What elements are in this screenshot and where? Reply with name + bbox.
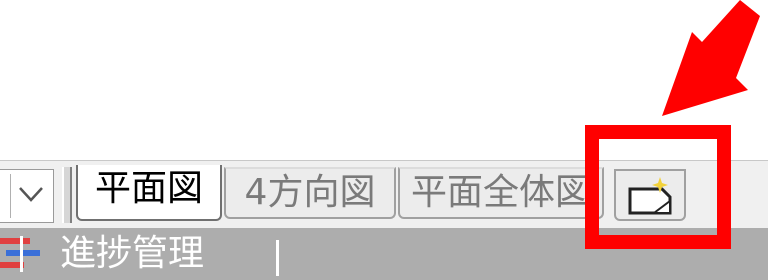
chevron-down-icon bbox=[19, 187, 43, 202]
tab-four-direction-view[interactable]: 4方向図 bbox=[224, 167, 396, 219]
dropdown-divider bbox=[10, 174, 11, 218]
tab-full-plan-view[interactable]: 平面全体図 bbox=[398, 167, 604, 219]
view-selector-dropdown[interactable] bbox=[0, 169, 54, 223]
red-arrow-icon bbox=[662, 0, 760, 116]
status-separator bbox=[276, 240, 279, 276]
red-highlight-rectangle bbox=[585, 125, 731, 249]
tab-plan-view[interactable]: 平面図 bbox=[76, 165, 222, 221]
progress-management-label[interactable]: 進捗管理 bbox=[60, 232, 204, 276]
tab-splitter-handle[interactable] bbox=[62, 167, 72, 223]
progress-management-icon[interactable] bbox=[0, 236, 44, 272]
